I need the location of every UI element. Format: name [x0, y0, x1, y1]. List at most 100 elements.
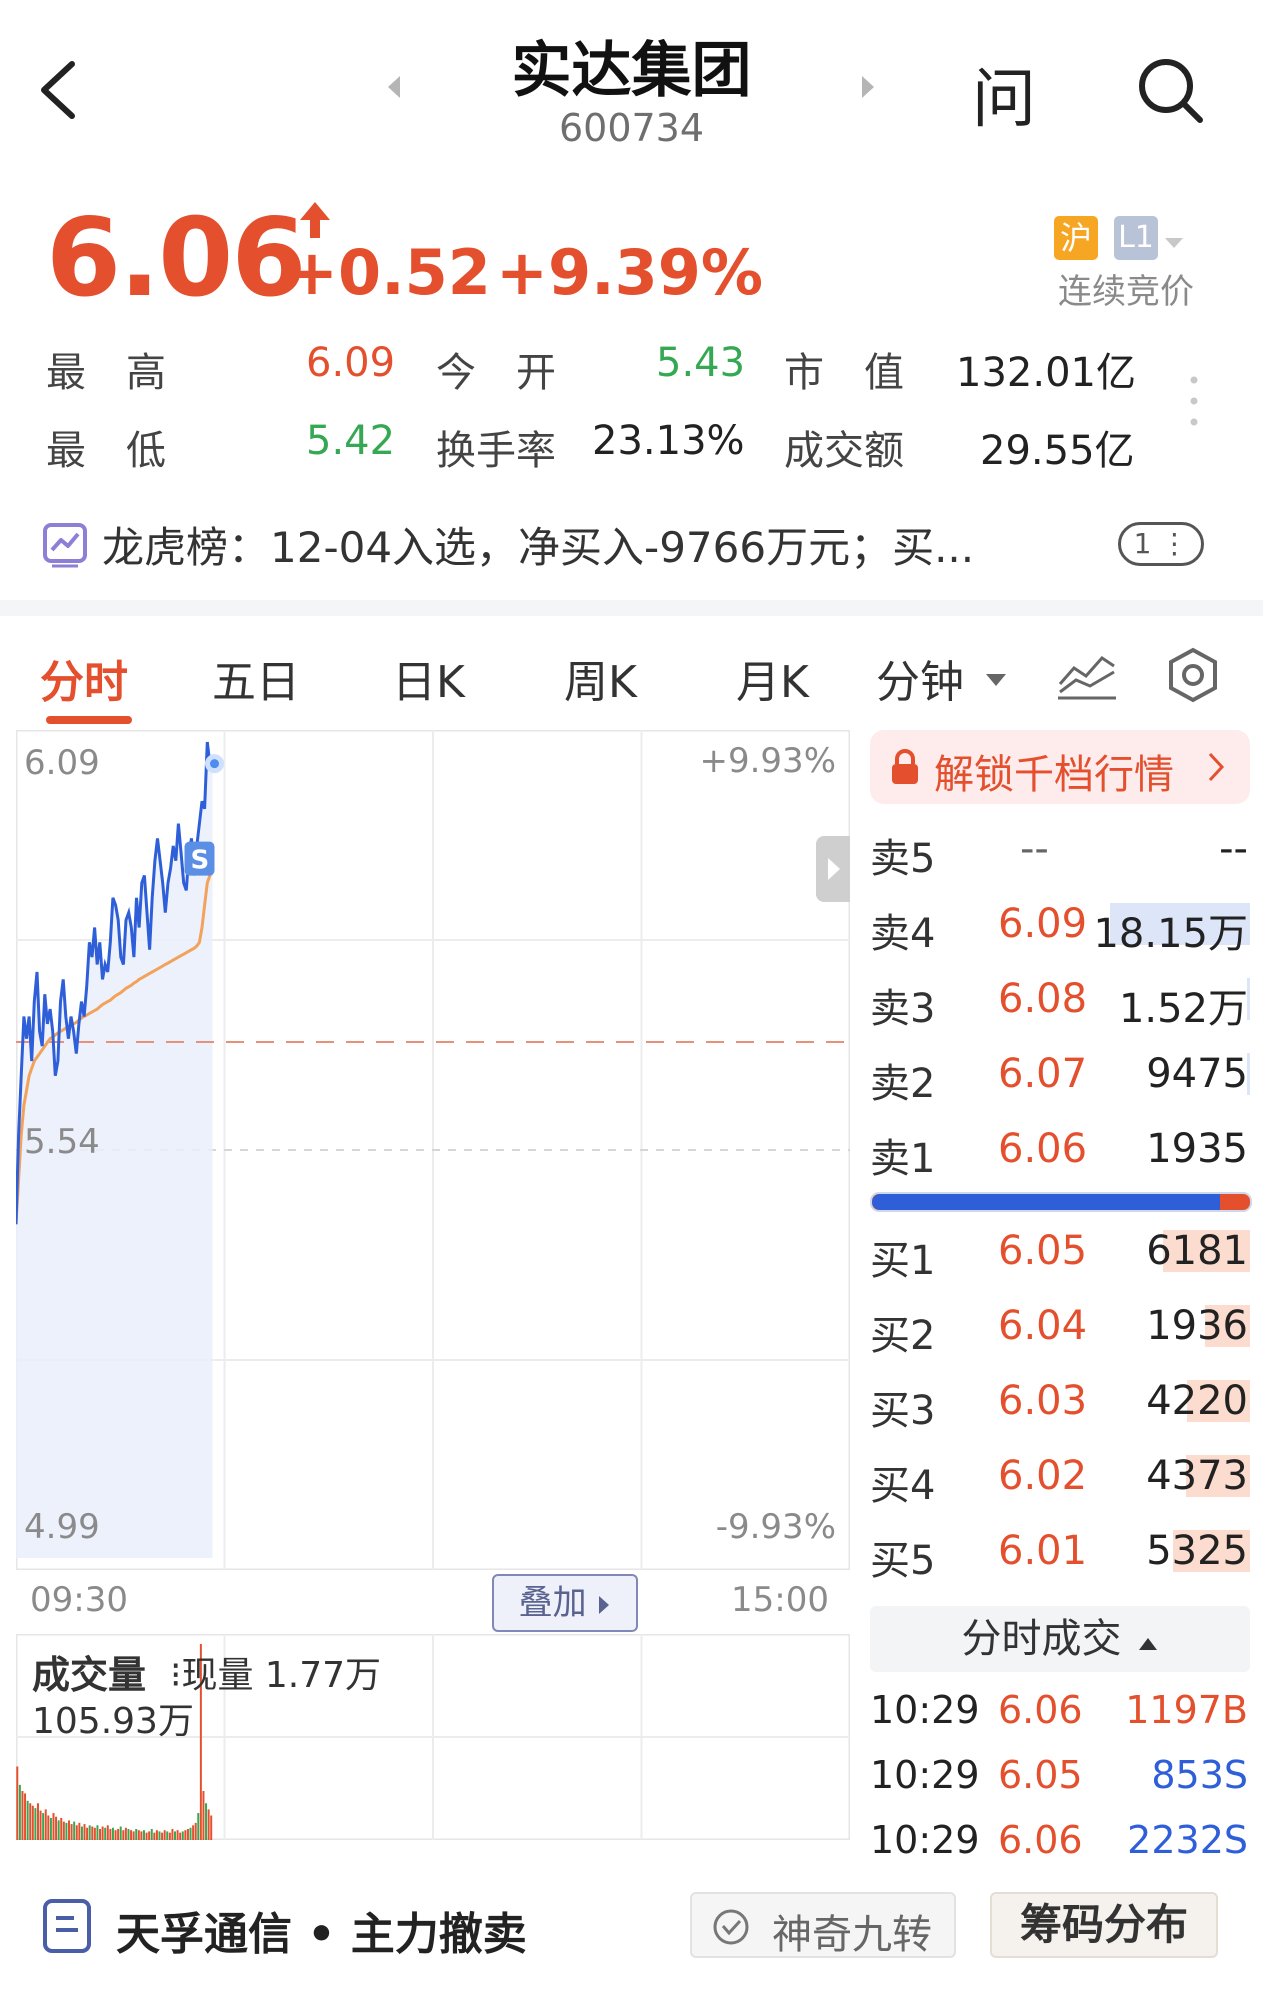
- volume-bar: [194, 1822, 197, 1840]
- magic-nine-button[interactable]: 神奇九转: [690, 1892, 956, 1958]
- volume-bar: [78, 1822, 81, 1840]
- chip-distribution-button[interactable]: 筹码分布: [990, 1892, 1218, 1958]
- volume-bar: [42, 1813, 45, 1840]
- volume-bar: [99, 1828, 102, 1840]
- chevron-right-icon: [828, 858, 840, 880]
- stock-name: 实达集团: [511, 36, 752, 106]
- notice-text: 龙虎榜：12-04入选，净买入-9766万元；买...: [102, 523, 975, 572]
- time-axis: 09:30 叠加 15:00: [16, 1574, 850, 1632]
- volume-bar: [179, 1832, 182, 1840]
- time-label-end: 15:00: [731, 1580, 829, 1620]
- search-icon[interactable]: [1136, 56, 1206, 126]
- settings-hexagon-icon[interactable]: [1164, 646, 1222, 704]
- price-change-percent: +9.39%: [496, 236, 764, 309]
- ask-row[interactable]: 卖1 6.06 1935: [870, 1122, 1250, 1182]
- bid-row[interactable]: 买5 6.01 5325: [870, 1524, 1250, 1584]
- volume-bar: [158, 1831, 161, 1840]
- volume-current: ⁝现量 1.77万: [170, 1655, 382, 1696]
- section-divider: [0, 600, 1263, 616]
- ask-row[interactable]: 卖5 -- --: [870, 822, 1250, 882]
- volume-bar: [111, 1827, 114, 1840]
- unlock-depth-banner[interactable]: 解锁千档行情: [870, 730, 1250, 804]
- bid-level-label: 买1: [870, 1238, 936, 1284]
- tick-trades-header[interactable]: 分时成交: [870, 1606, 1250, 1672]
- ask-level-price: 6.07: [998, 1051, 1088, 1097]
- tab-five-day[interactable]: 五日: [212, 646, 300, 710]
- bid-level-price: 6.05: [998, 1228, 1088, 1274]
- tick-volume: 2232S: [1127, 1818, 1248, 1862]
- notice-counter[interactable]: 1 ⋮: [1118, 522, 1204, 566]
- ask-level-volume: 9475: [1146, 1051, 1248, 1097]
- level-badge-label: L1: [1114, 216, 1158, 260]
- tab-intraday[interactable]: 分时: [40, 646, 128, 710]
- volume-bar: [31, 1805, 34, 1840]
- tab-weekly-k[interactable]: 周K: [564, 646, 637, 710]
- volume-bar: [73, 1821, 76, 1840]
- volume-bar: [16, 1766, 19, 1840]
- bid-row[interactable]: 买4 6.02 4373: [870, 1449, 1250, 1509]
- volume-bar: [88, 1825, 91, 1840]
- caret-right-icon: [599, 1595, 610, 1614]
- overlay-button-label: 叠加: [518, 1583, 587, 1623]
- chart-trend-icon: [43, 523, 87, 568]
- volume-bar: [86, 1827, 89, 1840]
- bid-level-price: 6.02: [998, 1453, 1088, 1499]
- level-badge[interactable]: L1: [1114, 216, 1202, 260]
- intraday-chart[interactable]: S 6.09 5.54 4.99 +9.93% -9.93%: [16, 730, 850, 1570]
- tick-price: 6.06: [998, 1818, 1083, 1862]
- overlay-button[interactable]: 叠加: [492, 1574, 638, 1632]
- ask-button[interactable]: 问: [972, 48, 1036, 140]
- volume-bar: [135, 1828, 138, 1840]
- volume-bar: [93, 1827, 96, 1840]
- stat-label-turnover: 换手率: [436, 428, 556, 474]
- time-label-start: 09:30: [30, 1580, 128, 1620]
- ask-row[interactable]: 卖2 6.07 9475: [870, 1047, 1250, 1107]
- chart-collapse-handle[interactable]: [816, 836, 850, 902]
- bid-level-volume: 1936: [1146, 1303, 1248, 1349]
- volume-bar: [140, 1831, 143, 1840]
- ask-level-volume: --: [1219, 826, 1248, 872]
- indicator-chart-icon[interactable]: [1056, 648, 1118, 700]
- volume-bar: [184, 1830, 187, 1840]
- bid-row[interactable]: 买1 6.05 6181: [870, 1224, 1250, 1284]
- tick-time: 10:29: [870, 1688, 980, 1732]
- y-axis-label-bottom: 4.99: [24, 1507, 100, 1547]
- bid-level-price: 6.03: [998, 1378, 1088, 1424]
- ask-level-price: --: [1020, 826, 1049, 872]
- volume-bar: [168, 1832, 171, 1840]
- dragon-tiger-notice[interactable]: 龙虎榜：12-04入选，净买入-9766万元；买... 1 ⋮: [0, 514, 1263, 584]
- volume-bar: [68, 1820, 70, 1840]
- volume-bar: [109, 1828, 112, 1840]
- bid-row[interactable]: 买3 6.03 4220: [870, 1374, 1250, 1434]
- stat-label-low: 最 低: [46, 428, 166, 474]
- volume-bar: [192, 1825, 195, 1840]
- bid-ask-ratio-fill: [872, 1194, 1220, 1210]
- volume-bar: [132, 1831, 135, 1840]
- tab-monthly-k[interactable]: 月K: [736, 646, 809, 710]
- volume-bar: [80, 1826, 83, 1840]
- more-vertical-icon[interactable]: [1186, 374, 1202, 428]
- stat-label-amount: 成交额: [784, 428, 904, 474]
- volume-bar: [210, 1815, 213, 1840]
- dropdown-arrow-icon[interactable]: [984, 672, 1008, 688]
- y-axis-label-mid: 5.54: [24, 1122, 100, 1162]
- volume-bar: [29, 1803, 32, 1840]
- tab-minute[interactable]: 分钟: [876, 646, 964, 710]
- current-price: 6.06: [46, 196, 306, 321]
- ask-level-volume: 1935: [1146, 1126, 1248, 1172]
- ask-row[interactable]: 卖4 6.09 18.15万: [870, 897, 1250, 957]
- y-axis-label-top: 6.09: [24, 743, 100, 783]
- bid-ask-ratio-bar: [870, 1192, 1252, 1212]
- stat-value-amount: 29.55亿: [980, 428, 1135, 474]
- bid-level-volume: 4220: [1146, 1378, 1248, 1424]
- bid-row[interactable]: 买2 6.04 1936: [870, 1299, 1250, 1359]
- tick-price: 6.05: [998, 1753, 1083, 1797]
- volume-bar: [127, 1828, 130, 1840]
- bid-level-price: 6.04: [998, 1303, 1088, 1349]
- news-ticker[interactable]: 天孚通信 • 主力撤卖: [116, 1898, 527, 1962]
- volume-bar: [104, 1827, 107, 1840]
- ask-row[interactable]: 卖3 6.08 1.52万: [870, 972, 1250, 1032]
- bid-level-volume: 5325: [1146, 1528, 1248, 1574]
- tab-daily-k[interactable]: 日K: [392, 646, 465, 710]
- next-stock-arrow-icon[interactable]: [858, 72, 878, 102]
